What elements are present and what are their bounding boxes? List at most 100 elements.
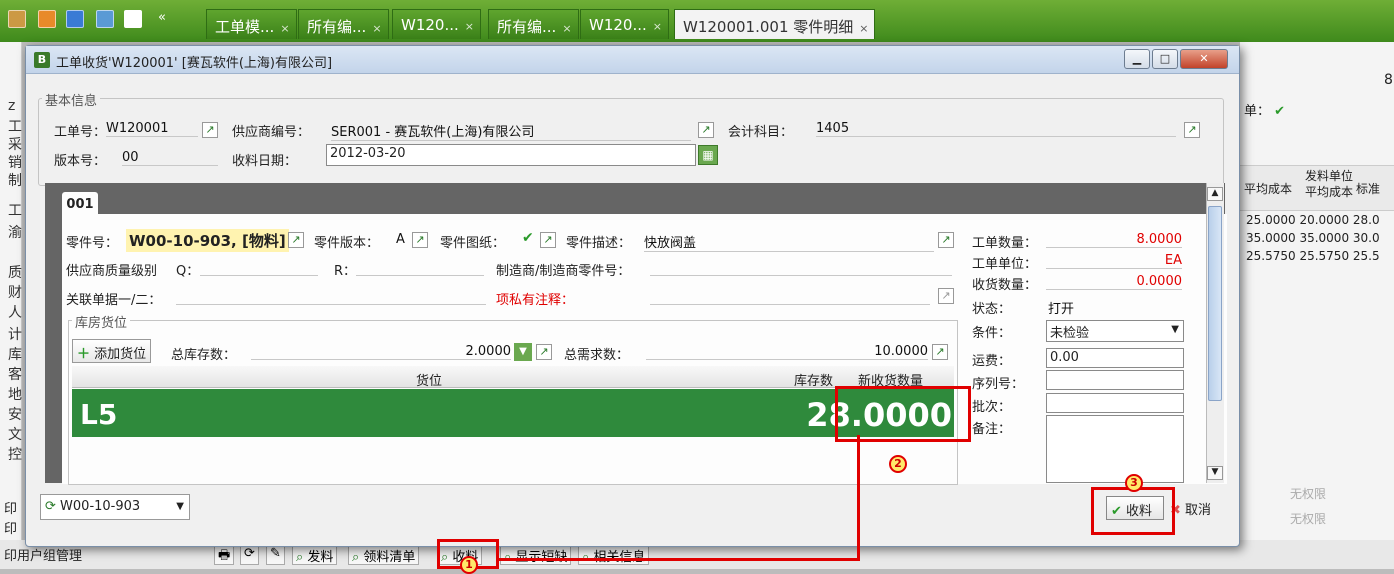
scroll-up-icon[interactable]: ▲ xyxy=(1207,187,1223,201)
search-icon: ⌕ xyxy=(352,550,360,565)
total-stock-label: 总库存数： xyxy=(171,348,237,363)
link-arrow-icon[interactable]: ↗ xyxy=(932,344,948,360)
tab-label: 工单模... xyxy=(215,18,275,36)
close-icon[interactable]: × xyxy=(859,22,868,35)
cancel-button[interactable]: ✖ 取消 xyxy=(1170,499,1211,518)
menu-char: 人 xyxy=(8,305,22,321)
button-label: 发料 xyxy=(307,550,334,565)
annotation-line xyxy=(497,558,860,561)
version-label: 版本号： xyxy=(54,154,107,169)
no-permission-text: 无权限 xyxy=(1290,487,1327,501)
chevron-down-icon: ▼ xyxy=(176,501,184,512)
button-label: 取消 xyxy=(1185,503,1212,518)
tab-label: W120... xyxy=(401,16,459,34)
related-docs-field xyxy=(176,289,486,305)
tab-5[interactable]: W120001.001 零件明细 × xyxy=(674,9,876,39)
close-icon[interactable]: × xyxy=(465,20,474,33)
remark-textarea[interactable] xyxy=(1046,415,1184,483)
refresh-icon: ⟳ xyxy=(45,499,56,514)
drawing-label: 零件图纸： xyxy=(440,236,506,251)
link-arrow-icon[interactable]: ↗ xyxy=(536,344,552,360)
tab-0[interactable]: 工单模... × xyxy=(206,9,297,39)
remark-label: 备注： xyxy=(972,422,1012,437)
cell: 25.5 xyxy=(1352,249,1380,263)
link-arrow-icon[interactable]: ↗ xyxy=(202,122,218,138)
right-label: 单： ✔ xyxy=(1244,100,1285,119)
link-arrow-icon[interactable]: ↗ xyxy=(938,232,954,248)
freight-label: 运费： xyxy=(972,354,1012,369)
batch-input[interactable] xyxy=(1046,393,1184,413)
received-qty-label: 收货数量： xyxy=(972,278,1038,293)
part-select[interactable]: ⟳ W00-10-903 ▼ xyxy=(40,494,190,520)
link-arrow-icon[interactable]: ↗ xyxy=(412,232,428,248)
link-arrow-icon[interactable]: ↗ xyxy=(698,122,714,138)
tab-3[interactable]: 所有编... × xyxy=(488,9,579,39)
close-icon[interactable]: × xyxy=(562,22,571,35)
account-label: 会计科目： xyxy=(728,125,794,140)
close-icon[interactable]: × xyxy=(372,22,381,35)
cell: 30.0 xyxy=(1352,231,1380,245)
link-arrow-icon[interactable]: ↗ xyxy=(938,288,954,304)
chevron-down-icon[interactable]: ▼ xyxy=(514,343,532,361)
freight-input[interactable]: 0.00 xyxy=(1046,348,1184,368)
tab-label: W120001.001 零件明细 xyxy=(683,18,854,36)
tab-1[interactable]: 所有编... × xyxy=(298,9,389,39)
receive-date-input[interactable]: 2012-03-20 xyxy=(326,144,696,166)
right-label-text: 单： xyxy=(1244,104,1271,119)
condition-label: 条件： xyxy=(972,326,1012,341)
column-header-location: 货位 xyxy=(416,374,443,389)
plus-icon: ＋ xyxy=(77,347,91,362)
serial-input[interactable] xyxy=(1046,370,1184,390)
total-demand-label: 总需求数： xyxy=(564,348,630,363)
link-arrow-icon[interactable]: ↗ xyxy=(1184,122,1200,138)
tab-4[interactable]: W120... × xyxy=(580,9,669,39)
cell: 25.5750 xyxy=(1299,249,1350,263)
check-icon: ✔ xyxy=(1274,104,1286,119)
link-arrow-icon[interactable]: ↗ xyxy=(540,232,556,248)
scroll-left-icon[interactable]: « xyxy=(158,10,166,25)
link-arrow-icon[interactable]: ↗ xyxy=(288,232,304,248)
menu-char: 质 xyxy=(8,265,22,281)
cell: 20.0000 xyxy=(1299,213,1350,227)
chart-icon[interactable] xyxy=(38,10,56,28)
monitor-icon[interactable] xyxy=(66,10,84,28)
marker-1: 1 xyxy=(460,556,478,574)
copy-icon[interactable] xyxy=(96,10,114,28)
order-no-value: W120001 xyxy=(106,121,198,137)
header-issue-avg-cost: 发料单位平均成本 xyxy=(1304,169,1353,199)
condition-select[interactable]: 未检验 ▼ xyxy=(1046,320,1184,342)
home-icon[interactable] xyxy=(8,10,26,28)
table-row: 25.0000 20.0000 28.0 xyxy=(1246,213,1380,227)
r-label: R： xyxy=(334,264,357,279)
maximize-icon[interactable]: □ xyxy=(1152,49,1178,69)
menu-item-user-group[interactable]: 印用户组管理 xyxy=(4,545,82,564)
part-select-value: W00-10-903 xyxy=(60,499,141,514)
received-qty-value: 0.0000 xyxy=(1046,274,1182,290)
tab-label: 所有编... xyxy=(307,18,367,36)
menu-char: 采 xyxy=(8,137,22,153)
q-label: Q： xyxy=(176,264,200,279)
calendar-icon[interactable]: ▦ xyxy=(698,145,718,165)
q-field xyxy=(200,260,318,276)
minimize-icon[interactable]: ▁ xyxy=(1124,49,1150,69)
button-label: 添加货位 xyxy=(94,347,147,362)
close-icon[interactable]: × xyxy=(280,22,289,35)
add-location-button[interactable]: ＋ 添加货位 xyxy=(72,339,152,363)
check-icon: ✔ xyxy=(522,230,534,246)
menu-char: z xyxy=(8,98,16,114)
scrollbar-thumb[interactable] xyxy=(1208,206,1222,401)
header-standard: 标准 xyxy=(1356,182,1381,196)
house-icon[interactable] xyxy=(124,10,142,28)
menu-char: 制 xyxy=(8,173,22,189)
tab-2[interactable]: W120... × xyxy=(392,9,481,39)
quality-label: 供应商质量级别 xyxy=(66,264,158,279)
manufacturer-label: 制造商/制造商零件号： xyxy=(496,264,631,279)
chevron-down-icon: ▼ xyxy=(1171,324,1179,335)
scroll-down-icon[interactable]: ▼ xyxy=(1207,466,1223,480)
annotation-box-2 xyxy=(835,386,971,442)
basic-info-title: 基本信息 xyxy=(42,90,101,109)
close-icon[interactable]: × xyxy=(653,20,662,33)
location-cell: L5 xyxy=(80,398,118,431)
tab-label: 所有编... xyxy=(497,18,557,36)
close-icon[interactable]: ✕ xyxy=(1180,49,1228,69)
